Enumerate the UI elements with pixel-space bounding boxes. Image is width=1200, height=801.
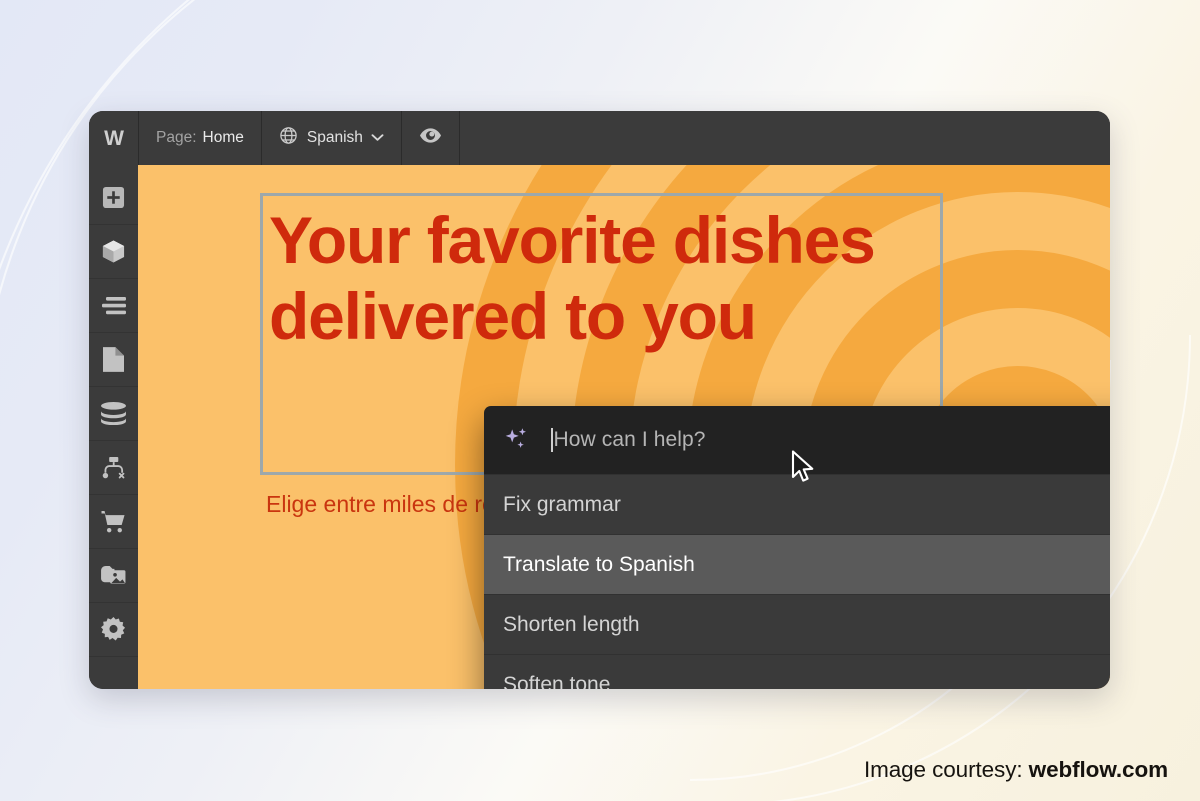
sidebar-item-add-elements[interactable]	[89, 171, 138, 225]
page-selector-value: Home	[202, 129, 244, 146]
sidebar-item-settings[interactable]	[89, 603, 138, 657]
image-stack-icon	[101, 565, 126, 587]
webflow-logo-icon: W	[104, 126, 124, 150]
ai-prompt-input-row[interactable]: How can I help?	[484, 406, 1110, 474]
page-selector[interactable]: Page: Home	[139, 111, 262, 165]
ai-command-palette[interactable]: How can I help? Fix grammar Translate to…	[484, 406, 1110, 689]
sidebar-item-cms[interactable]	[89, 387, 138, 441]
ai-action-soften-tone[interactable]: Soften tone	[484, 654, 1110, 689]
credit-prefix: Image courtesy:	[863, 757, 1029, 782]
chevron-down-icon	[371, 129, 384, 147]
hero-heading[interactable]: Your favorite dishes delivered to you	[269, 203, 1110, 355]
ai-prompt-placeholder: How can I help?	[553, 428, 706, 451]
sidebar-item-pages[interactable]	[89, 333, 138, 387]
page-root: W Page: Home Spanish Your favorite dishe…	[0, 0, 1200, 801]
layers-list-icon	[101, 296, 126, 315]
sidebar-item-ecommerce[interactable]	[89, 495, 138, 549]
page-selector-label: Page:	[156, 129, 197, 146]
image-credit: Image courtesy: webflow.com	[864, 757, 1168, 783]
webflow-logo-button[interactable]: W	[89, 111, 139, 165]
ai-action-label: Shorten length	[503, 612, 640, 636]
credit-source: webflow.com	[1028, 757, 1168, 782]
locale-selector[interactable]: Spanish	[262, 111, 402, 165]
sidebar-item-logic[interactable]	[89, 441, 138, 495]
webflow-designer-window: W Page: Home Spanish Your favorite dishe…	[89, 111, 1110, 689]
locale-selector-value: Spanish	[306, 129, 363, 146]
preview-toggle-button[interactable]	[402, 111, 460, 165]
sidebar-item-assets[interactable]	[89, 549, 138, 603]
plus-square-icon	[102, 186, 125, 209]
ai-action-translate-to-spanish[interactable]: Translate to Spanish	[484, 534, 1110, 594]
ai-action-label: Soften tone	[503, 672, 611, 690]
database-icon	[101, 402, 126, 425]
ai-action-label: Translate to Spanish	[503, 552, 695, 576]
eye-icon	[419, 128, 441, 148]
designer-sidebar	[89, 165, 138, 689]
text-input-caret	[551, 428, 553, 452]
cube-icon	[101, 239, 126, 264]
designer-topbar: W Page: Home Spanish	[89, 111, 1110, 165]
page-document-icon	[103, 347, 124, 372]
sidebar-item-components[interactable]	[89, 225, 138, 279]
sidebar-item-navigator[interactable]	[89, 279, 138, 333]
gear-icon	[101, 617, 126, 642]
ai-action-label: Fix grammar	[503, 492, 621, 516]
ai-action-shorten-length[interactable]: Shorten length	[484, 594, 1110, 654]
ai-action-fix-grammar[interactable]: Fix grammar	[484, 474, 1110, 534]
shopping-cart-icon	[101, 510, 126, 534]
globe-icon	[279, 126, 298, 150]
ai-sparkle-icon	[502, 426, 530, 454]
flow-node-icon	[101, 456, 126, 480]
